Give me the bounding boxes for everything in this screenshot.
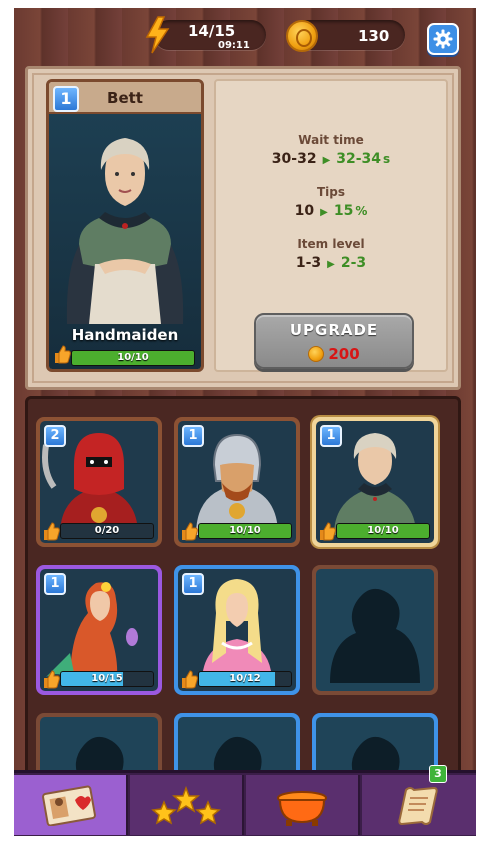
item-level-label: Item level	[297, 237, 365, 251]
thumbs-up-icon	[55, 345, 71, 364]
handmaiden-portrait	[66, 138, 184, 324]
thumbs-up-icon	[44, 670, 60, 689]
thumbs-up-icon	[44, 522, 60, 541]
staff-progress-bar: 10/10	[71, 350, 195, 366]
locked-silhouette-portrait	[330, 588, 420, 683]
coin-icon	[308, 346, 325, 362]
top-bar: 14/15 09:11 130	[14, 8, 476, 64]
tips-row: 10 ▶ 15%	[216, 203, 446, 219]
staff-role: Handmaiden	[71, 326, 179, 344]
staff-progress-text: 10/12	[229, 673, 261, 684]
staff-progress-text: 10/10	[367, 525, 399, 536]
arrow-icon: ▶	[320, 207, 328, 218]
settings-button[interactable]	[427, 23, 459, 55]
upgrade-price: 200	[256, 345, 412, 363]
lightning-icon	[145, 16, 170, 54]
staff-detail-panel: Bett 1 Handmaiden 10/10 Wait time 30-32 …	[25, 66, 461, 390]
staff-progress-text: 0/20	[94, 525, 120, 536]
game-screen: 14/15 09:11 130 Bett 1 Handmaiden 10/10 …	[14, 8, 476, 836]
wait-time-row: 30-32 ▶ 32-34 s	[216, 151, 446, 167]
staff-progress-bar: 10/10	[198, 523, 292, 539]
tips-old: 10	[294, 203, 315, 219]
staff-slot[interactable]: 1 10/12	[174, 565, 300, 695]
staff-slot[interactable]: 1 10/10	[312, 417, 438, 547]
level-badge: 1	[44, 573, 66, 595]
staff-progress-text: 10/10	[229, 525, 261, 536]
coins-value: 130	[358, 27, 390, 45]
staff-progress-bar: 10/12	[198, 671, 292, 687]
locked-staff-slot[interactable]	[312, 565, 438, 695]
level-badge: 2	[44, 425, 66, 447]
wait-time-old: 30-32	[271, 151, 317, 167]
wait-time-new: 32-34	[336, 151, 382, 167]
tips-label: Tips	[316, 185, 346, 199]
tab-quests[interactable]	[362, 775, 476, 835]
bottom-nav	[14, 770, 476, 836]
arrow-icon: ▶	[327, 259, 335, 270]
staff-progress-text: 10/15	[91, 673, 123, 684]
tips-new: 15	[333, 203, 354, 219]
level-badge: 1	[182, 573, 204, 595]
energy-timer: 09:11	[218, 40, 250, 51]
upgrade-price-value: 200	[328, 345, 360, 363]
gear-icon	[433, 29, 453, 49]
stars-icon	[151, 785, 221, 825]
upgrade-label: UPGRADE	[289, 321, 379, 339]
wait-time-unit: s	[383, 152, 391, 166]
arrow-icon: ▶	[322, 155, 331, 166]
energy-value: 14/15	[188, 22, 236, 40]
cauldron-icon	[277, 791, 327, 826]
tab-stars[interactable]	[130, 775, 244, 835]
staff-progress-bar: 0/20	[60, 523, 154, 539]
staff-progress-bar: 10/15	[60, 671, 154, 687]
thumbs-up-icon	[182, 670, 198, 689]
staff-slot[interactable]: 1 10/15	[36, 565, 162, 695]
tab-staff[interactable]	[14, 775, 128, 835]
wait-time-label: Wait time	[298, 133, 364, 147]
staff-card-icon	[42, 785, 96, 826]
staff-progress-text: 10/10	[117, 352, 149, 363]
scroll-icon	[398, 786, 438, 826]
level-badge: 1	[320, 425, 342, 447]
staff-progress-bar: 10/10	[336, 523, 430, 539]
tab-cauldron[interactable]	[246, 775, 360, 835]
upgrade-button[interactable]: UPGRADE 200	[254, 313, 414, 369]
item-level-new: 2-3	[340, 255, 367, 271]
selected-staff-card: Bett 1 Handmaiden 10/10	[46, 79, 204, 372]
stats-panel: Wait time 30-32 ▶ 32-34 s Tips 10 ▶ 15% Item …	[214, 79, 448, 372]
item-level-old: 1-3	[295, 255, 322, 271]
thumbs-up-icon	[320, 522, 336, 541]
tips-unit: %	[355, 204, 368, 218]
staff-slot[interactable]: 1 10/10	[174, 417, 300, 547]
thumbs-up-icon	[182, 522, 198, 541]
item-level-row: 1-3 ▶ 2-3	[216, 255, 446, 271]
level-badge: 1	[182, 425, 204, 447]
level-badge: 1	[53, 86, 79, 112]
quests-notification-badge: 3	[429, 765, 447, 783]
staff-slot[interactable]: 2 0/20	[36, 417, 162, 547]
coin-icon	[286, 20, 318, 52]
